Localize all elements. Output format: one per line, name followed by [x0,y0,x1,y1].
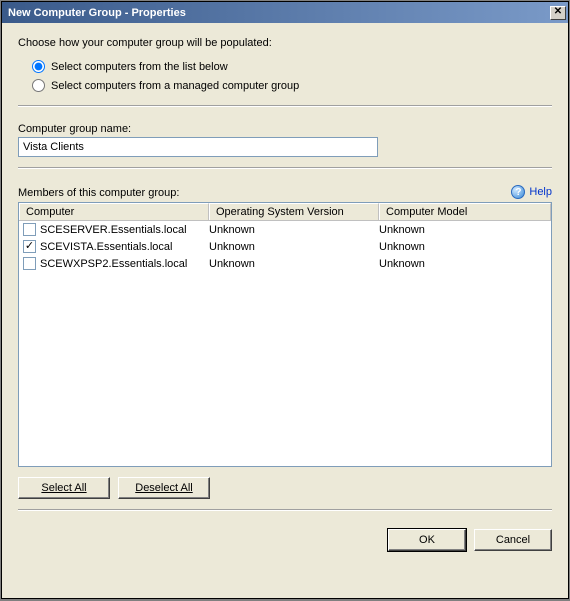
close-icon: ✕ [554,6,562,17]
row-computer: SCEWXPSP2.Essentials.local [40,258,187,270]
close-button[interactable]: ✕ [550,6,566,20]
column-model[interactable]: Computer Model [379,203,551,220]
window-title: New Computer Group - Properties [8,7,186,19]
group-name-label: Computer group name: [18,123,552,135]
radio-from-list-label: Select computers from the list below [51,61,228,73]
dialog-window: New Computer Group - Properties ✕ Choose… [1,1,569,599]
members-label: Members of this computer group: [18,187,179,199]
row-computer: SCESERVER.Essentials.local [40,224,187,236]
dialog-content: Choose how your computer group will be p… [2,23,568,598]
divider [18,167,552,169]
row-model: Unknown [379,241,547,253]
column-computer[interactable]: Computer [19,203,209,220]
row-checkbox[interactable] [23,257,36,270]
row-checkbox[interactable]: ✓ [23,240,36,253]
instruction-text: Choose how your computer group will be p… [18,37,552,49]
row-os-version: Unknown [209,241,379,253]
members-listbox: Computer Operating System Version Comput… [18,202,552,467]
ok-button[interactable]: OK [388,529,466,551]
row-model: Unknown [379,224,547,236]
help-icon: ? [511,185,525,199]
list-header: Computer Operating System Version Comput… [19,203,551,221]
radio-from-list-input[interactable] [32,60,45,73]
help-label: Help [529,186,552,198]
help-link[interactable]: ? Help [511,185,552,199]
divider [18,509,552,511]
list-body: SCESERVER.Essentials.localUnknownUnknown… [19,221,551,272]
table-row[interactable]: SCEWXPSP2.Essentials.local UnknownUnknown [19,255,551,272]
deselect-all-button[interactable]: Deselect All [118,477,210,499]
row-os-version: Unknown [209,224,379,236]
radio-from-list[interactable]: Select computers from the list below [32,60,552,73]
radio-from-managed[interactable]: Select computers from a managed computer… [32,79,552,92]
cancel-button[interactable]: Cancel [474,529,552,551]
row-os-version: Unknown [209,258,379,270]
table-row[interactable]: SCESERVER.Essentials.local UnknownUnknown [19,221,551,238]
select-all-button[interactable]: Select All [18,477,110,499]
row-computer: SCEVISTA.Essentials.local [40,241,172,253]
table-row[interactable]: ✓ SCEVISTA.Essentials.local UnknownUnknown [19,238,551,255]
column-os-version[interactable]: Operating System Version [209,203,379,220]
row-model: Unknown [379,258,547,270]
group-name-input[interactable] [18,137,378,157]
divider [18,105,552,107]
radio-from-managed-input[interactable] [32,79,45,92]
radio-from-managed-label: Select computers from a managed computer… [51,80,299,92]
row-checkbox[interactable] [23,223,36,236]
titlebar: New Computer Group - Properties ✕ [2,2,568,23]
